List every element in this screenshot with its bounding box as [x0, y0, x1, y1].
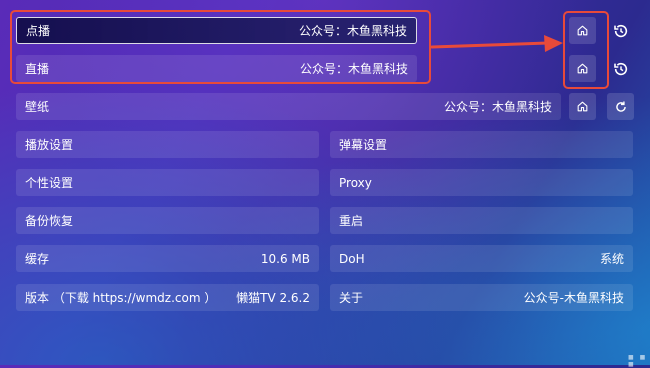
- history-icon: [613, 62, 627, 75]
- home-icon: [577, 101, 588, 112]
- personal-settings-row[interactable]: 个性设置: [16, 169, 319, 196]
- wallpaper-home-button[interactable]: [569, 93, 596, 120]
- refresh-icon: [615, 100, 626, 112]
- doh-label: DoH: [339, 251, 365, 266]
- version-value: 懒猫TV 2.6.2: [236, 291, 310, 305]
- annotation-arrow-icon: [430, 35, 563, 52]
- backup-restore-row[interactable]: 备份恢复: [16, 207, 319, 234]
- corner-dots: ■ ■ ■: [628, 354, 648, 368]
- annotation-box-home-buttons: [563, 11, 609, 89]
- annotation-box-sources: [10, 10, 431, 84]
- version-row[interactable]: 版本 （下载 https://wmdz.com ） 懒猫TV 2.6.2: [16, 284, 319, 311]
- vod-history-button[interactable]: [607, 17, 634, 44]
- personal-settings-label: 个性设置: [25, 176, 74, 190]
- doh-row[interactable]: DoH 系统: [330, 245, 633, 272]
- live-history-button[interactable]: [607, 55, 634, 82]
- restart-row[interactable]: 重启: [330, 207, 633, 234]
- version-label: 版本 （下载 https://wmdz.com ）: [25, 291, 217, 305]
- wallpaper-label: 壁纸: [25, 100, 50, 114]
- cache-label: 缓存: [25, 252, 50, 266]
- danmu-settings-label: 弹幕设置: [339, 138, 388, 152]
- danmu-settings-row[interactable]: 弹幕设置: [330, 131, 633, 158]
- cache-row[interactable]: 缓存 10.6 MB: [16, 245, 319, 272]
- play-settings-label: 播放设置: [25, 138, 74, 152]
- doh-value: 系统: [599, 252, 624, 266]
- wallpaper-refresh-button[interactable]: [607, 93, 634, 120]
- about-label: 关于: [339, 291, 364, 305]
- about-value: 公众号-木鱼黑科技: [523, 291, 624, 305]
- proxy-row[interactable]: Proxy: [330, 169, 633, 196]
- about-row[interactable]: 关于 公众号-木鱼黑科技: [330, 284, 633, 311]
- backup-restore-label: 备份恢复: [25, 214, 74, 228]
- history-icon: [613, 24, 627, 37]
- wallpaper-row[interactable]: 壁纸 公众号：木鱼黑科技: [16, 93, 561, 120]
- play-settings-row[interactable]: 播放设置: [16, 131, 319, 158]
- wallpaper-value: 公众号：木鱼黑科技: [443, 100, 552, 114]
- proxy-label: Proxy: [339, 175, 372, 190]
- restart-label: 重启: [339, 214, 364, 228]
- cache-value: 10.6 MB: [260, 251, 310, 266]
